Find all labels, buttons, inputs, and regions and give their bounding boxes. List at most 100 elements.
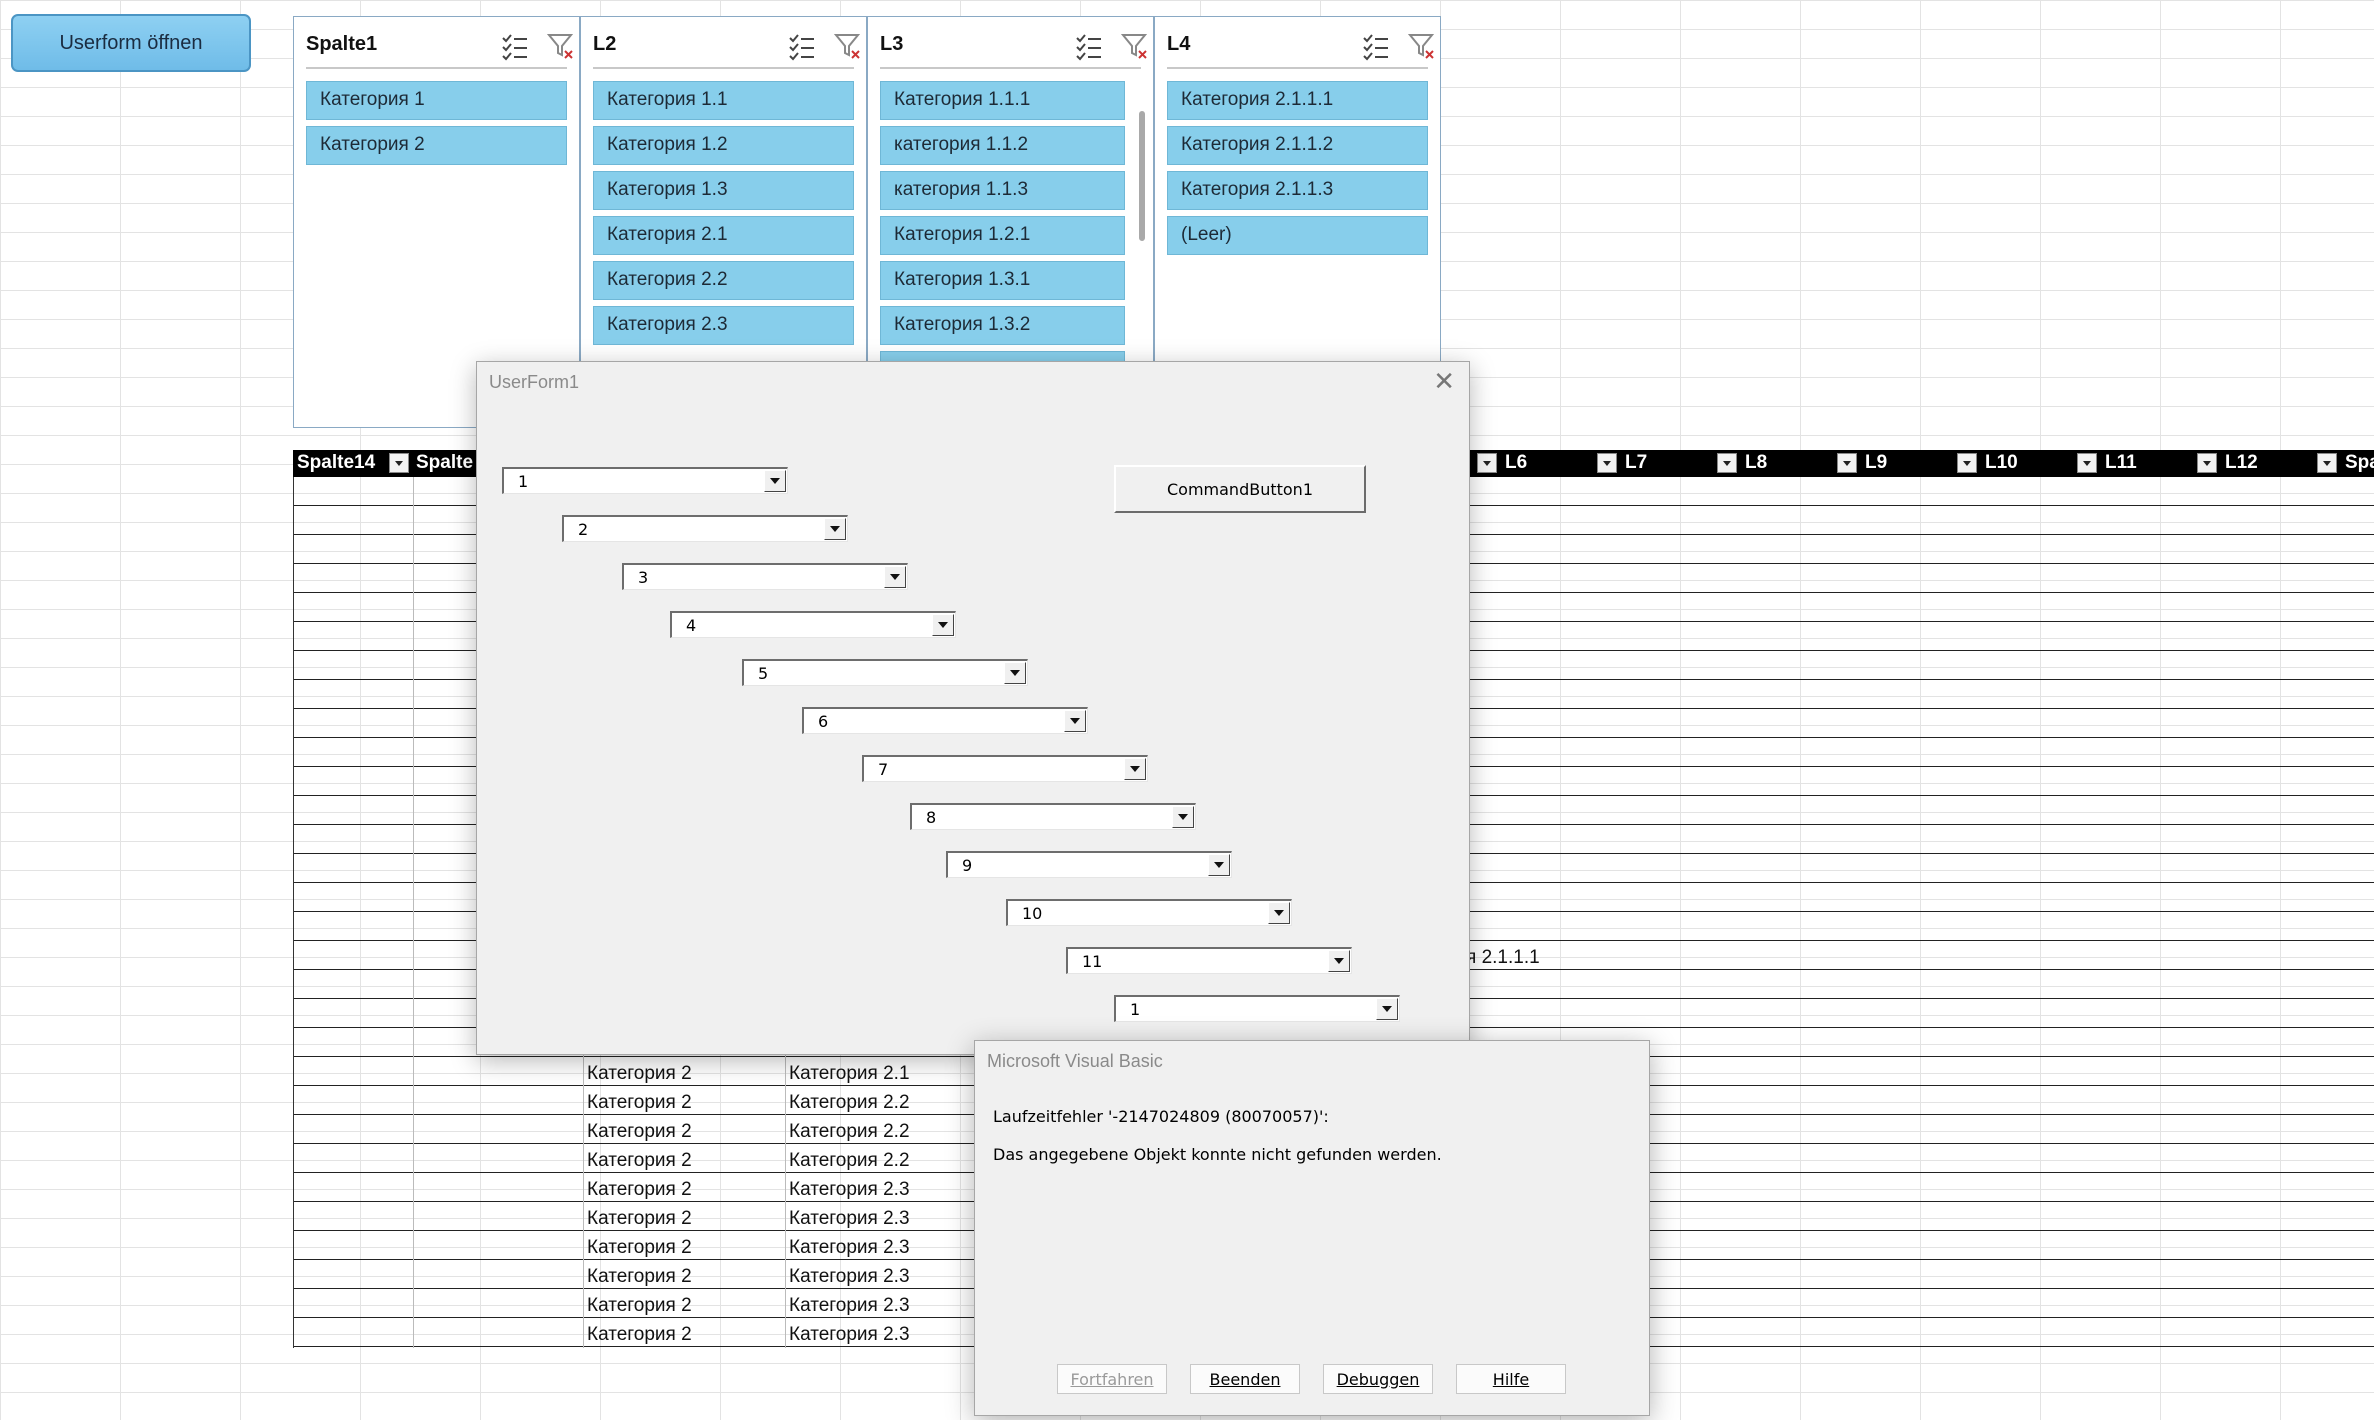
multi-select-icon[interactable] [1074,31,1104,61]
combobox[interactable]: 4 [670,611,956,638]
clear-filter-icon[interactable] [546,31,576,61]
command-button[interactable]: CommandButton1 [1114,465,1366,513]
filter-dropdown-icon[interactable] [2317,453,2337,473]
slicer-item[interactable]: Категория 1.3.2 [880,306,1125,345]
table-cell: Категория 2 [587,1295,692,1316]
combobox[interactable]: 1 [502,467,788,494]
slicer-item[interactable]: Категория 1.1.1 [880,81,1125,120]
slicer-item[interactable]: (Leer) [1167,216,1428,255]
filter-dropdown-icon[interactable] [1957,453,1977,473]
table-cell: я 2.1.1.1 [1466,947,1540,968]
combobox[interactable]: 8 [910,803,1196,830]
slicer-item[interactable]: Категория 2.2 [593,261,854,300]
slicer-item[interactable]: Категория 1.3.1 [880,261,1125,300]
filter-dropdown-icon[interactable] [1717,453,1737,473]
combobox[interactable]: 11 [1066,947,1352,974]
combobox[interactable]: 7 [862,755,1148,782]
slicer-title: L3 [880,33,904,55]
chevron-down-icon[interactable] [1328,950,1350,972]
end-button[interactable]: Beenden [1190,1364,1300,1394]
clear-filter-icon[interactable] [1407,31,1437,61]
combobox-value: 1 [518,472,529,491]
help-button[interactable]: Hilfe [1456,1364,1566,1394]
slicer-title: L4 [1167,33,1191,55]
combobox[interactable]: 6 [802,707,1088,734]
column-header: Spalte [416,452,474,473]
table-cell: Категория 2 [587,1121,692,1142]
filter-dropdown-icon[interactable] [2077,453,2097,473]
combobox[interactable]: 9 [946,851,1232,878]
window-title: UserForm1 [489,372,580,392]
combobox-value: 4 [686,616,697,635]
table-cell: Категория 2.2 [789,1092,910,1113]
clear-filter-icon[interactable] [833,31,863,61]
multi-select-icon[interactable] [500,31,530,61]
table-cell: Категория 2 [587,1179,692,1200]
continue-button[interactable]: Fortfahren [1057,1364,1167,1394]
combobox-value: 8 [926,808,937,827]
filter-dropdown-icon[interactable] [2197,453,2217,473]
table-cell: Категория 2 [587,1208,692,1229]
chevron-down-icon[interactable] [884,566,906,588]
slicer-item[interactable]: Категория 1.3 [593,171,854,210]
slicer-item[interactable]: Категория 2 [306,126,567,165]
column-header: L11 [2105,452,2137,473]
combobox-value: 7 [878,760,889,779]
combobox-value: 1 [1130,1000,1141,1019]
filter-dropdown-icon[interactable] [1477,453,1497,473]
slicer-header: Spalte1 [306,25,574,69]
slicer-item[interactable]: Категория 2.1.1.3 [1167,171,1428,210]
chevron-down-icon[interactable] [1172,806,1194,828]
filter-dropdown-icon[interactable] [1597,453,1617,473]
combobox-value: 11 [1082,952,1103,971]
column-header: L7 [1625,452,1648,473]
slicer-header: L2 [593,25,861,69]
chevron-down-icon[interactable] [1208,854,1230,876]
combobox[interactable]: 10 [1006,899,1292,926]
combobox-value: 6 [818,712,829,731]
slicer-item[interactable]: Категория 1.1 [593,81,854,120]
chevron-down-icon[interactable] [824,518,846,540]
open-userform-button[interactable]: Userform öffnen [11,14,251,72]
combobox[interactable]: 3 [622,563,908,590]
combobox[interactable]: 2 [562,515,848,542]
table-cell: Категория 2.1 [789,1063,910,1084]
table-cell: Категория 2.3 [789,1295,910,1316]
slicer-item[interactable]: Категория 2.1.1.1 [1167,81,1428,120]
chevron-down-icon[interactable] [1376,998,1398,1020]
chevron-down-icon[interactable] [1268,902,1290,924]
slicer-item[interactable]: Категория 2.1.1.2 [1167,126,1428,165]
chevron-down-icon[interactable] [1124,758,1146,780]
table-cell: Категория 2.3 [789,1266,910,1287]
debug-button[interactable]: Debuggen [1323,1364,1433,1394]
slicer-title: L2 [593,33,617,55]
close-icon[interactable]: ✕ [1433,366,1455,397]
combobox-value: 9 [962,856,973,875]
slicer-item[interactable]: Категория 1.2 [593,126,854,165]
table-cell: Категория 2 [587,1150,692,1171]
slicer-item[interactable]: Категория 1.2.1 [880,216,1125,255]
slicer-scrollbar[interactable] [1139,111,1145,241]
clear-filter-icon[interactable] [1120,31,1150,61]
chevron-down-icon[interactable] [1064,710,1086,732]
slicer-item[interactable]: Категория 2.3 [593,306,854,345]
multi-select-icon[interactable] [1361,31,1391,61]
chevron-down-icon[interactable] [1004,662,1026,684]
multi-select-icon[interactable] [787,31,817,61]
column-header: Spalte14 [297,452,376,473]
filter-dropdown-icon[interactable] [389,453,409,473]
chevron-down-icon[interactable] [932,614,954,636]
chevron-down-icon[interactable] [764,470,786,492]
slicer-item[interactable]: категория 1.1.2 [880,126,1125,165]
slicer-header: L4 [1167,25,1435,69]
combobox-value: 3 [638,568,649,587]
table-cell: Категория 2.3 [789,1237,910,1258]
slicer-item[interactable]: категория 1.1.3 [880,171,1125,210]
slicer-item[interactable]: Категория 1 [306,81,567,120]
combobox[interactable]: 5 [742,659,1028,686]
filter-dropdown-icon[interactable] [1837,453,1857,473]
combobox[interactable]: 1 [1114,995,1400,1022]
column-header: Spa [2345,452,2374,473]
slicer-item[interactable]: Категория 2.1 [593,216,854,255]
combobox-value: 2 [578,520,589,539]
